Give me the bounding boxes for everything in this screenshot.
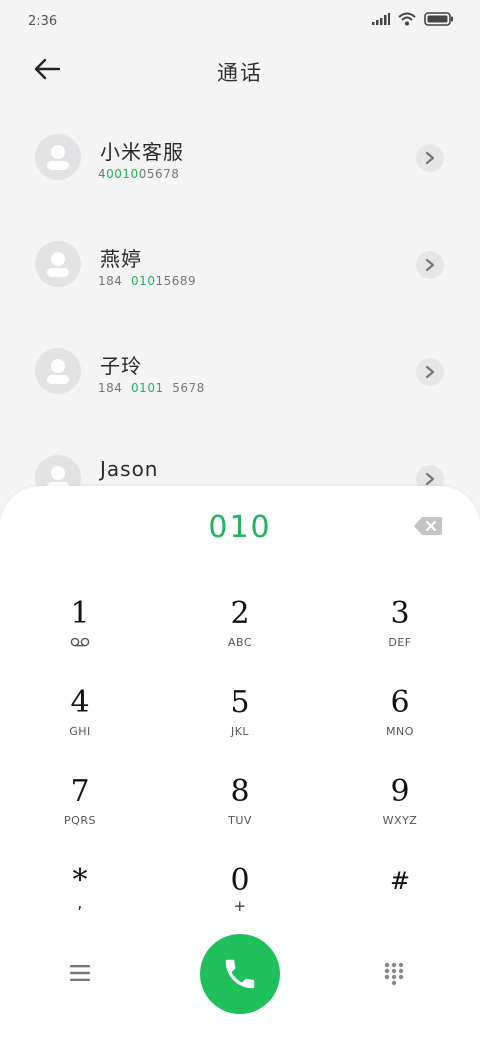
key-letters: ,	[77, 893, 83, 912]
match-highlight: 010	[131, 274, 156, 288]
key-1[interactable]: 1	[20, 596, 140, 666]
contact-row[interactable]: 子玲 184 0101 5678	[0, 320, 480, 427]
match-highlight: 0010	[106, 167, 139, 181]
contact-name: 燕婷	[100, 247, 142, 271]
key-digit: 4	[70, 685, 90, 720]
key-digit: 5	[230, 685, 250, 720]
battery-icon	[424, 12, 453, 26]
status-time: 2:36	[28, 14, 58, 29]
call-button[interactable]	[200, 934, 280, 1014]
key-star[interactable]: * ,	[20, 863, 140, 933]
key-letters: TUV	[228, 814, 252, 827]
key-digit: 3	[390, 596, 410, 631]
key-digit: 1	[70, 596, 90, 631]
key-digit: 2	[230, 596, 250, 631]
page-title: 通话	[217, 61, 263, 85]
key-digit: 6	[390, 685, 410, 720]
contact-row[interactable]: 小米客服 4001005678	[0, 106, 480, 213]
keypad-toggle-button[interactable]	[384, 962, 406, 988]
key-letters: JKL	[230, 725, 250, 738]
key-letters: DEF	[388, 636, 412, 649]
menu-button[interactable]	[70, 964, 100, 988]
backspace-icon	[414, 517, 442, 535]
dialpad-panel: 010 1 2 ABC 3 DEF 4 GHI 5 JKL 6 MNO 7 PQ…	[0, 486, 480, 1040]
contact-number: 184 01015689	[98, 274, 197, 288]
chevron-right-icon	[425, 258, 435, 272]
status-icons	[372, 12, 454, 26]
key-letters: ABC	[227, 636, 253, 649]
key-4[interactable]: 4 GHI	[20, 685, 140, 755]
contact-number: 184 0101 5678	[98, 381, 205, 395]
key-7[interactable]: 7 PQRS	[20, 774, 140, 844]
key-0[interactable]: 0 +	[180, 863, 300, 933]
chevron-right-icon	[425, 365, 435, 379]
contact-list: 小米客服 4001005678 燕婷 184 01015689 子玲 184 0…	[0, 106, 480, 534]
avatar	[35, 348, 81, 394]
avatar	[35, 241, 81, 287]
key-digit: 9	[390, 774, 410, 809]
key-hash[interactable]: #	[340, 863, 460, 933]
wifi-icon	[398, 12, 416, 26]
match-highlight: 0101	[131, 381, 164, 395]
key-letters: PQRS	[64, 814, 96, 827]
key-digit: #	[389, 867, 411, 895]
dialpad-grid-icon	[384, 962, 404, 986]
key-letters: +	[233, 897, 247, 915]
contact-name: 小米客服	[100, 140, 184, 164]
key-6[interactable]: 6 MNO	[340, 685, 460, 755]
key-letters: WXYZ	[382, 814, 418, 827]
key-2[interactable]: 2 ABC	[180, 596, 300, 666]
status-bar: 2:36	[0, 0, 480, 44]
key-3[interactable]: 3 DEF	[340, 596, 460, 666]
contact-number: 4001005678	[98, 167, 180, 181]
hamburger-menu-icon	[70, 965, 90, 981]
phone-icon	[225, 959, 255, 989]
contact-row[interactable]: 燕婷 184 01015689	[0, 213, 480, 320]
contact-name: 子玲	[100, 354, 142, 378]
contact-name: Jason	[100, 457, 159, 481]
contact-detail-button[interactable]	[416, 144, 444, 172]
signal-icon	[372, 13, 390, 25]
voicemail-icon	[70, 637, 90, 647]
chevron-right-icon	[425, 151, 435, 165]
key-letters: GHI	[69, 725, 91, 738]
backspace-button[interactable]	[414, 516, 442, 536]
avatar	[35, 134, 81, 180]
header: 通话	[0, 44, 480, 96]
chevron-right-icon	[425, 472, 435, 486]
dialer-bottom-bar	[0, 934, 480, 1014]
key-8[interactable]: 8 TUV	[180, 774, 300, 844]
key-digit: 0	[230, 863, 250, 898]
key-5[interactable]: 5 JKL	[180, 685, 300, 755]
contact-detail-button[interactable]	[416, 358, 444, 386]
key-digit: 7	[70, 774, 90, 809]
contact-detail-button[interactable]	[416, 251, 444, 279]
key-digit: 8	[230, 774, 250, 809]
key-9[interactable]: 9 WXYZ	[340, 774, 460, 844]
key-letters: MNO	[386, 725, 414, 738]
dialed-number-display: 010	[208, 510, 272, 545]
